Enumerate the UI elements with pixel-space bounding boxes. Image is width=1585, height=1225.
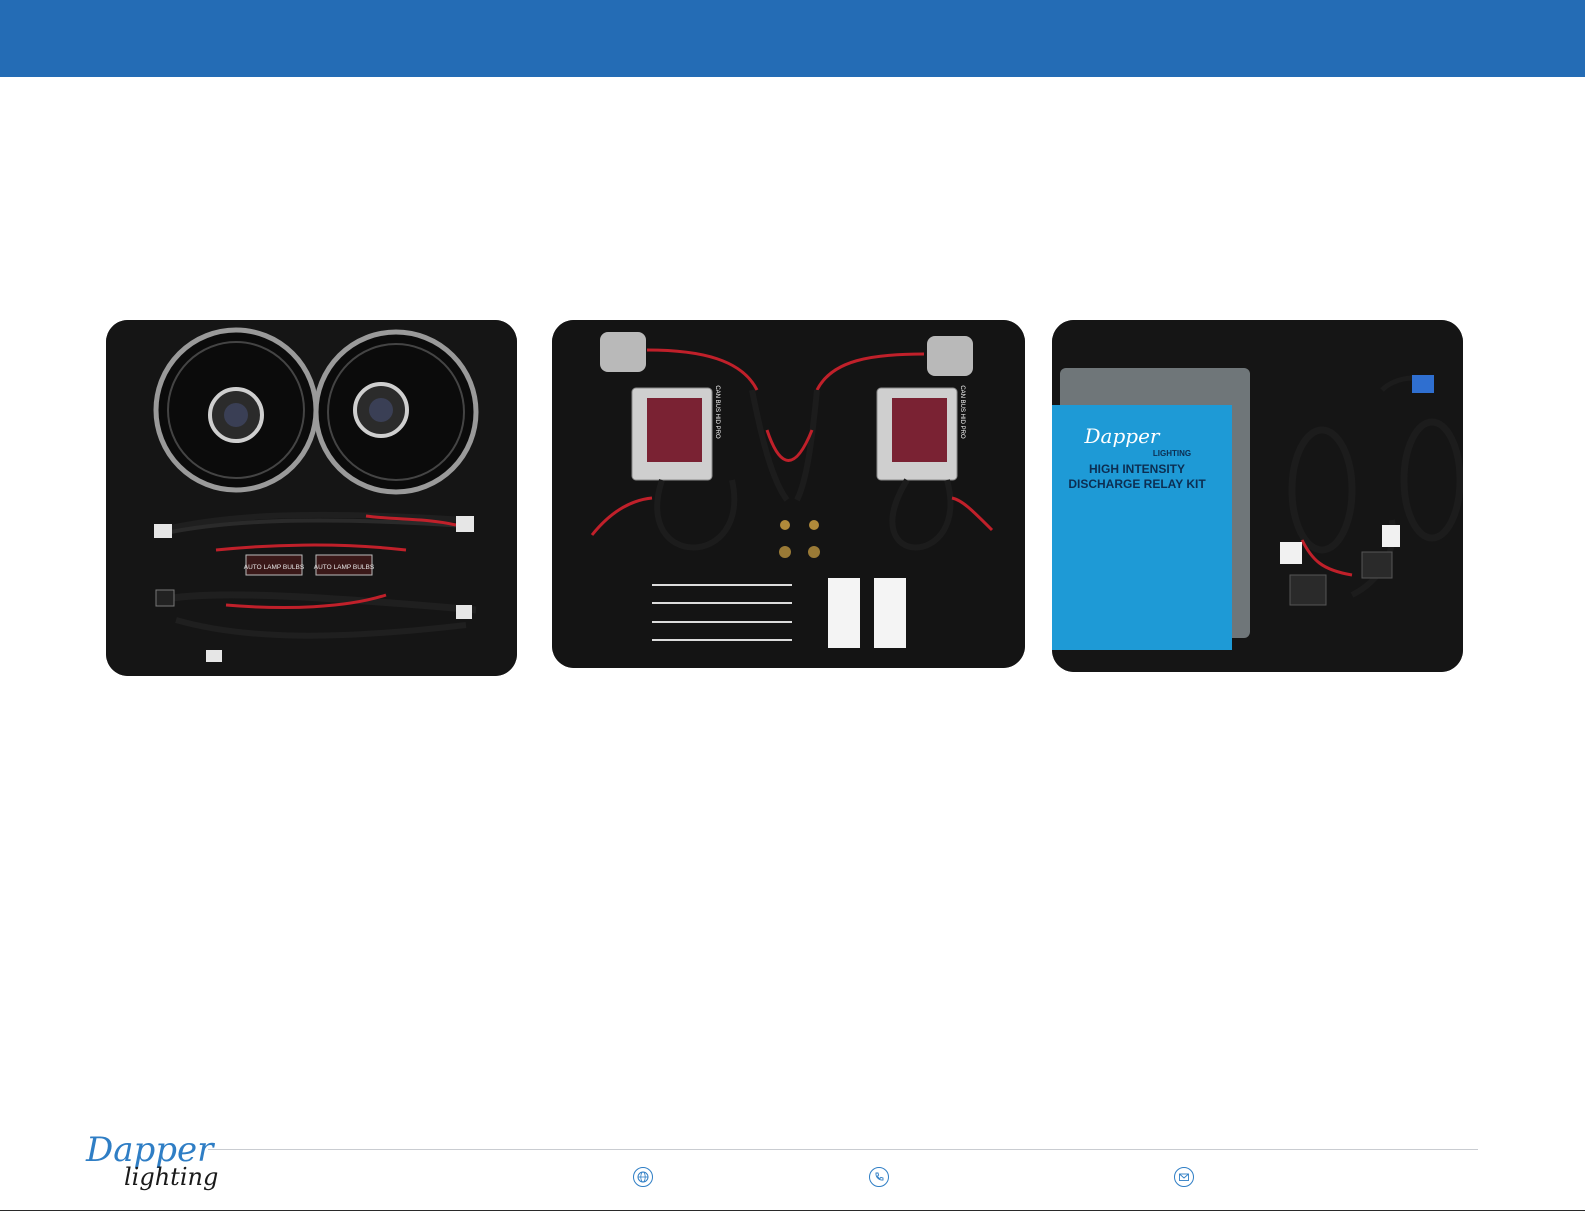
- photo-relay-kit: Dapper LIGHTING HIGH INTENSITY DISCHARGE…: [1052, 320, 1463, 672]
- phone-icon[interactable]: [869, 1167, 889, 1187]
- ballast-right-label: CAN BUS HID PRO: [959, 385, 965, 439]
- top-banner: [0, 0, 1585, 77]
- dapper-lighting-logo: Dapper lighting: [84, 1130, 218, 1196]
- bottom-edge-line: [0, 1210, 1585, 1211]
- bulb-box-1-label: AUTO LAMP BULBS: [244, 564, 305, 571]
- hid-ballasts-illustration: CAN BUS HID PRO CAN BUS HID PRO: [552, 320, 1025, 668]
- relay-card-brand: Dapper: [1084, 424, 1161, 448]
- photo-hid-ballasts: CAN BUS HID PRO CAN BUS HID PRO: [552, 320, 1025, 668]
- ballast-left-label: CAN BUS HID PRO: [714, 385, 720, 439]
- bulb-box-2-label: AUTO LAMP BULBS: [314, 564, 375, 571]
- logo-word-lighting: lighting: [124, 1163, 219, 1191]
- relay-card-brand-sub: LIGHTING: [1153, 449, 1191, 458]
- footer-divider: [208, 1149, 1478, 1150]
- globe-icon[interactable]: [633, 1167, 653, 1187]
- photo-headlights-kit: AUTO LAMP BULBS AUTO LAMP BULBS: [106, 320, 517, 676]
- relay-kit-illustration: Dapper LIGHTING HIGH INTENSITY DISCHARGE…: [1052, 320, 1463, 672]
- headlights-kit-illustration: AUTO LAMP BULBS AUTO LAMP BULBS: [106, 320, 517, 676]
- relay-card-title-2: DISCHARGE RELAY KIT: [1068, 477, 1206, 491]
- mail-icon[interactable]: [1174, 1167, 1194, 1187]
- relay-card-title-1: HIGH INTENSITY: [1089, 462, 1185, 476]
